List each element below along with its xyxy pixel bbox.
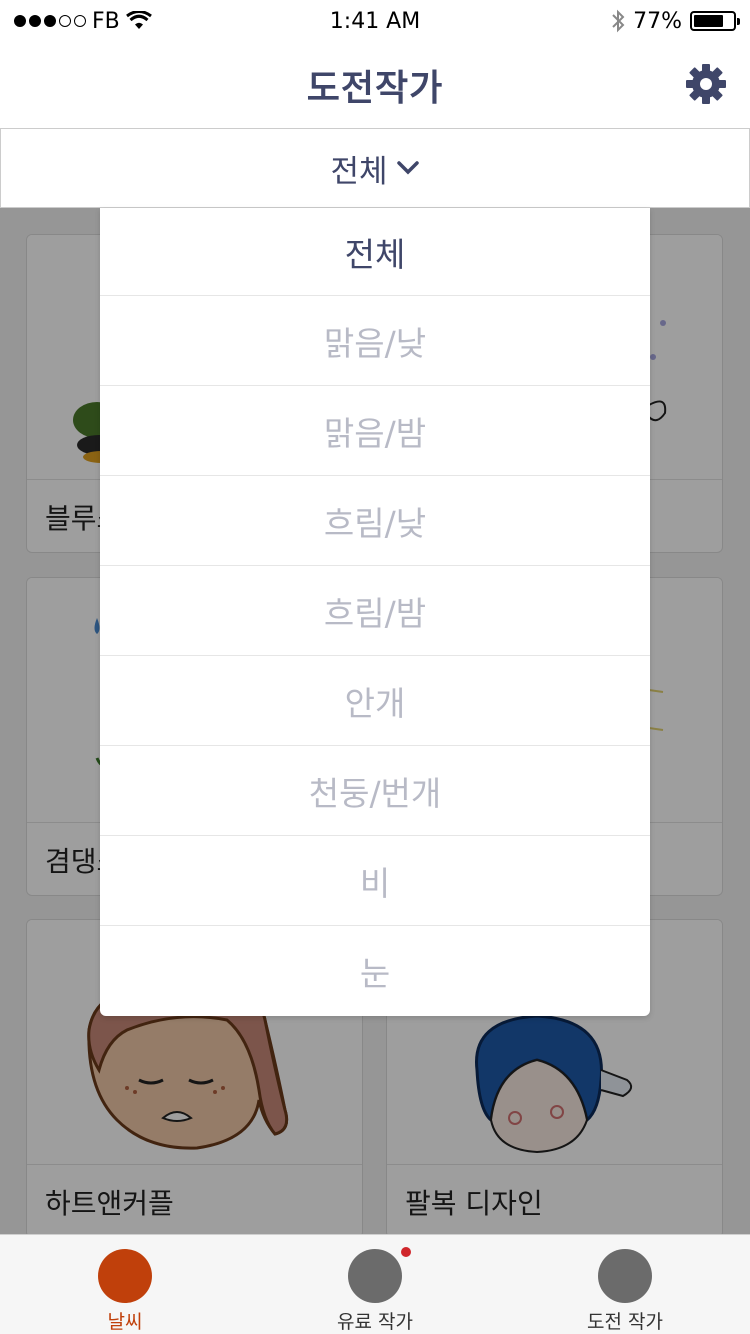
dropdown-option-fog[interactable]: 안개 [100, 656, 650, 746]
dropdown-option-thunder[interactable]: 천둥/번개 [100, 746, 650, 836]
tab-paid-artists[interactable]: 유료 작가 [250, 1235, 500, 1334]
chevron-down-icon [396, 161, 419, 175]
bottom-tab-bar: 날씨 유료 작가 도전 작가 [0, 1234, 750, 1334]
filter-selected-label: 전체 [330, 153, 388, 190]
tab-challenge-artists[interactable]: 도전 작가 [500, 1235, 750, 1334]
status-bar: FB 1:41 AM 77% [0, 0, 750, 42]
battery-fill [694, 15, 724, 27]
weather-tab-icon [98, 1249, 152, 1303]
dropdown-option-cloudy-day[interactable]: 흐림/낮 [100, 476, 650, 566]
wifi-icon [125, 11, 152, 29]
tab-label: 도전 작가 [587, 1311, 663, 1333]
app-header: 도전작가 [0, 42, 750, 128]
status-right: 77% [611, 8, 740, 34]
dropdown-option-snow[interactable]: 눈 [100, 926, 650, 1016]
dropdown-option-clear-day[interactable]: 맑음/낮 [100, 296, 650, 386]
tab-label: 유료 작가 [337, 1311, 413, 1333]
battery-percent: 77% [633, 8, 682, 34]
dropdown-option-clear-night[interactable]: 맑음/밤 [100, 386, 650, 476]
notification-badge [401, 1247, 411, 1257]
carrier-label: FB [92, 8, 120, 34]
challenge-artists-tab-icon [598, 1249, 652, 1303]
dropdown-option-rain[interactable]: 비 [100, 836, 650, 926]
page-title: 도전작가 [306, 68, 444, 109]
category-filter[interactable]: 전체 [0, 128, 750, 208]
battery-icon [690, 11, 740, 31]
tab-weather[interactable]: 날씨 [0, 1235, 250, 1334]
paid-artists-tab-icon [348, 1249, 402, 1303]
tab-label: 날씨 [107, 1311, 143, 1333]
status-left: FB [14, 9, 152, 34]
dropdown-option-all[interactable]: 전체 [100, 208, 650, 296]
bluetooth-icon [612, 9, 625, 33]
filter-dropdown-menu: 전체 맑음/낮 맑음/밤 흐림/낮 흐림/밤 안개 천둥/번개 비 눈 [100, 208, 650, 1016]
gear-icon[interactable] [684, 62, 728, 106]
dropdown-option-cloudy-night[interactable]: 흐림/밤 [100, 566, 650, 656]
signal-strength-icon [14, 15, 86, 27]
